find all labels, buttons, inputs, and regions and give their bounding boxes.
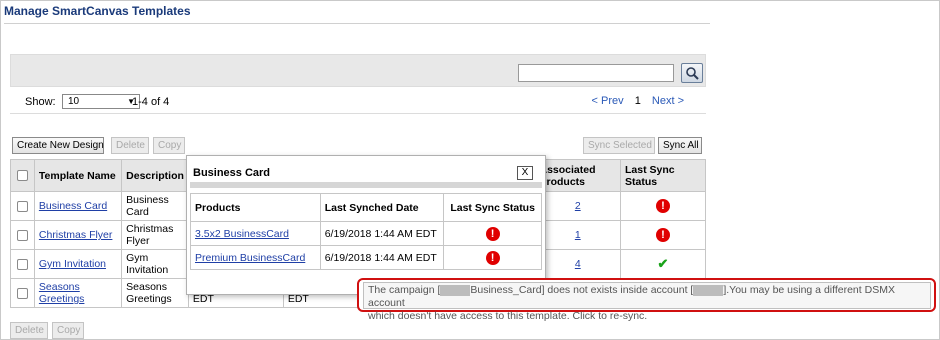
description-cell: Seasons Greetings (121, 278, 189, 308)
redacted-block (440, 284, 471, 296)
sync-status-cell: ✔ (620, 249, 706, 279)
copy-button[interactable]: Copy (153, 137, 185, 154)
description-cell: Gym Invitation (121, 249, 189, 279)
select-all-checkbox[interactable] (16, 170, 28, 182)
template-name-link[interactable]: Seasons Greetings (39, 281, 85, 305)
template-name-cell: Business Card (33, 191, 123, 221)
bottom-delete-button[interactable]: Delete (10, 322, 48, 339)
template-name-link[interactable]: Gym Invitation (39, 258, 106, 270)
popup-col-products: Products (190, 193, 321, 222)
template-name-link[interactable]: Christmas Flyer (39, 229, 113, 241)
tooltip-text-part2: Business_Card] does not exists inside ac… (470, 284, 694, 296)
sync-all-button[interactable]: Sync All (658, 137, 702, 154)
sync-status-cell: ! (443, 245, 542, 270)
close-icon[interactable]: X (517, 166, 533, 180)
search-input[interactable] (518, 64, 674, 82)
row-checkbox[interactable] (16, 287, 28, 299)
bottom-copy-button[interactable]: Copy (52, 322, 84, 339)
delete-button[interactable]: Delete (111, 137, 149, 154)
prev-page-link[interactable]: < Prev (592, 95, 624, 107)
page-size-value: 10 (68, 96, 80, 107)
associated-products-cell: 2 (534, 191, 621, 221)
description-cell: Business Card (121, 191, 189, 221)
record-range: 1-4 of 4 (132, 96, 170, 108)
popup-col-last-synched-date: Last Synched Date (319, 193, 445, 222)
sync-status-cell: ! (620, 220, 706, 250)
popup-divider (190, 182, 542, 188)
row-checkbox[interactable] (16, 200, 28, 212)
show-label: Show: (25, 96, 56, 108)
row-select-cell (10, 249, 35, 279)
error-icon[interactable]: ! (485, 250, 500, 265)
synched-date-cell: 6/19/2018 1:44 AM EDT (319, 245, 445, 270)
popup-products-table: Products Last Synched Date Last Sync Sta… (190, 193, 542, 270)
col-template-name[interactable]: Template Name (33, 159, 123, 192)
magnifier-icon (686, 67, 699, 80)
popup-col-last-sync-status: Last Sync Status (443, 193, 542, 222)
pager: < Prev 1 Next > (592, 95, 684, 107)
page-size-select[interactable]: 10 ▼ (62, 94, 140, 109)
sync-status-cell: ! (620, 191, 706, 221)
row-select-cell (10, 220, 35, 250)
checkmark-icon[interactable]: ✔ (658, 256, 669, 271)
col-associated-products[interactable]: Associated Products (534, 159, 621, 192)
select-all-cell (10, 159, 35, 192)
sync-selected-button[interactable]: Sync Selected (583, 137, 655, 154)
search-button[interactable] (681, 63, 703, 83)
row-select-cell (10, 278, 35, 308)
error-icon[interactable]: ! (656, 199, 670, 213)
row-select-cell (10, 191, 35, 221)
popup-row: Premium BusinessCard 6/19/2018 1:44 AM E… (190, 245, 542, 270)
error-icon[interactable]: ! (485, 226, 500, 241)
error-icon[interactable]: ! (656, 228, 670, 242)
product-cell: 3.5x2 BusinessCard (190, 221, 321, 246)
product-cell: Premium BusinessCard (190, 245, 321, 270)
create-new-design-button[interactable]: Create New Design (12, 137, 104, 154)
tooltip-text-part1: The campaign [ (368, 284, 441, 296)
next-page-link[interactable]: Next > (652, 95, 684, 107)
title-divider (4, 23, 710, 24)
template-name-cell: Gym Invitation (33, 249, 123, 279)
associated-products-cell: 4 (534, 249, 621, 279)
popup-title: Business Card (193, 167, 271, 179)
associated-products-link[interactable]: 1 (575, 229, 581, 241)
description-cell: Christmas Flyer (121, 220, 189, 250)
paging-row: Show: 10 ▼ 1-4 of 4 < Prev 1 Next > (10, 88, 706, 114)
tooltip-message[interactable]: The campaign [ Business_Card] does not ex… (363, 282, 931, 322)
popup-row: 3.5x2 BusinessCard 6/19/2018 1:44 AM EDT… (190, 221, 542, 246)
associated-products-link[interactable]: 4 (575, 258, 581, 270)
col-last-sync-status[interactable]: Last Sync Status (620, 159, 706, 192)
synched-date-cell: 6/19/2018 1:44 AM EDT (319, 221, 445, 246)
template-name-cell: Christmas Flyer (33, 220, 123, 250)
product-link[interactable]: Premium BusinessCard (195, 252, 305, 264)
product-link[interactable]: 3.5x2 BusinessCard (195, 228, 289, 240)
associated-products-link[interactable]: 2 (575, 200, 581, 212)
search-bar (10, 54, 706, 87)
sync-status-cell: ! (443, 221, 542, 246)
template-name-link[interactable]: Business Card (39, 200, 107, 212)
page-title: Manage SmartCanvas Templates (4, 4, 191, 18)
popup-header-row: Products Last Synched Date Last Sync Sta… (190, 193, 542, 222)
tooltip-text-line2: which doesn't have access to this templa… (368, 310, 648, 322)
row-checkbox[interactable] (16, 229, 28, 241)
row-checkbox[interactable] (16, 258, 28, 270)
associated-products-cell: 1 (534, 220, 621, 250)
col-description[interactable]: Description (121, 159, 189, 192)
redacted-block (693, 284, 724, 296)
sync-details-popup: Business Card X Products Last Synched Da… (186, 155, 546, 295)
error-tooltip[interactable]: The campaign [ Business_Card] does not ex… (357, 278, 936, 322)
template-name-cell: Seasons Greetings (33, 278, 123, 308)
current-page: 1 (634, 95, 641, 107)
